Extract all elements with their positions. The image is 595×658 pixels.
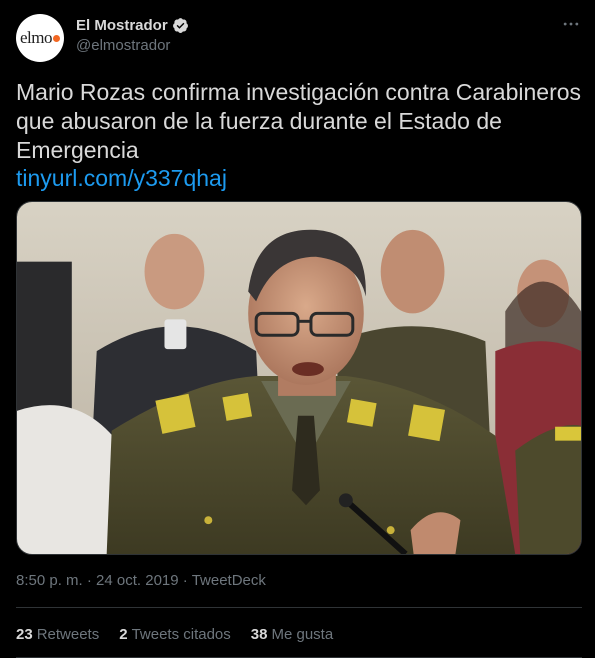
account-names[interactable]: El Mostrador @elmostrador (76, 17, 189, 54)
tweet-text: Mario Rozas confirma investigación contr… (16, 79, 582, 163)
more-dots-icon (563, 22, 579, 26)
quotes-label: Tweets citados (131, 626, 231, 643)
more-icon[interactable] (560, 14, 582, 36)
photo-image (17, 202, 581, 554)
tweet-time[interactable]: 8:50 p. m. (16, 572, 83, 589)
avatar-logo-text: elmo (20, 28, 53, 47)
retweets-stat[interactable]: 23 Retweets (16, 626, 99, 643)
tweet-header: elmo El Mostrador @elmostrador (16, 14, 582, 64)
likes-stat[interactable]: 38 Me gusta (251, 626, 333, 643)
tweet-source[interactable]: TweetDeck (192, 572, 266, 589)
divider (16, 607, 582, 608)
avatar-logo-dot (53, 34, 60, 42)
tweet-link[interactable]: tinyurl.com/y337qhaj (16, 165, 227, 192)
display-name[interactable]: El Mostrador (76, 17, 168, 34)
verified-badge-icon (172, 18, 188, 33)
quotes-count: 2 (119, 626, 128, 643)
avatar[interactable]: elmo (16, 14, 64, 62)
quotes-stat[interactable]: 2 Tweets citados (119, 626, 231, 643)
retweets-label: Retweets (36, 626, 100, 643)
handle[interactable]: @elmostrador (76, 37, 189, 54)
display-name-row[interactable]: El Mostrador (76, 17, 189, 34)
tweet-photo[interactable] (16, 201, 582, 555)
meta-separator: · (86, 572, 92, 589)
likes-count: 38 (250, 626, 268, 643)
tweet-meta: 8:50 p. m. · 24 oct. 2019 · TweetDeck (16, 572, 266, 589)
likes-label: Me gusta (271, 626, 334, 643)
meta-separator-2: · (182, 572, 188, 589)
tweet-stats: 23 Retweets 2 Tweets citados 38 Me gusta (16, 626, 333, 643)
retweets-count: 23 (16, 626, 33, 643)
tweet-date[interactable]: 24 oct. 2019 (96, 572, 179, 589)
